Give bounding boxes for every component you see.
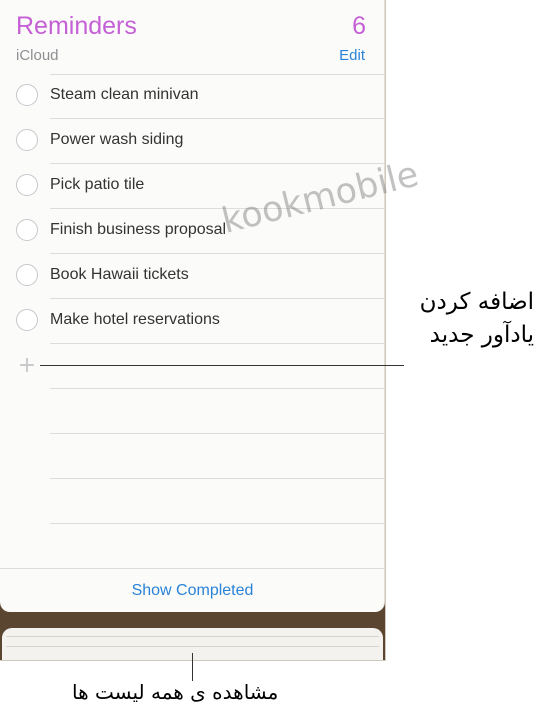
- complete-checkbox[interactable]: [16, 264, 38, 286]
- callout-add-line2: یادآور جدید: [429, 322, 534, 348]
- callout-add-new-reminder: اضافه کردن یادآور جدید: [420, 286, 534, 352]
- plus-icon[interactable]: +: [17, 355, 37, 377]
- empty-line: [0, 479, 385, 524]
- reminder-list: Steam clean minivan Power wash siding Pi…: [0, 74, 385, 569]
- reminders-app: Reminders 6 iCloud Edit Steam clean mini…: [0, 0, 386, 661]
- reminder-label[interactable]: Make hotel reservations: [50, 311, 220, 329]
- account-label: iCloud: [16, 47, 59, 64]
- reminder-label[interactable]: Pick patio tile: [50, 176, 144, 194]
- reminder-row[interactable]: Book Hawaii tickets: [0, 254, 385, 299]
- complete-checkbox[interactable]: [16, 309, 38, 331]
- reminder-row[interactable]: Steam clean minivan: [0, 74, 385, 119]
- reminder-label[interactable]: Book Hawaii tickets: [50, 266, 189, 284]
- reminder-row[interactable]: Power wash siding: [0, 119, 385, 164]
- complete-checkbox[interactable]: [16, 174, 38, 196]
- complete-checkbox[interactable]: [16, 219, 38, 241]
- empty-line: [0, 434, 385, 479]
- complete-checkbox[interactable]: [16, 84, 38, 106]
- divider: [6, 646, 379, 647]
- divider: [6, 636, 379, 637]
- reminder-label[interactable]: Power wash siding: [50, 131, 183, 149]
- callout-line-add: [40, 365, 404, 366]
- complete-checkbox[interactable]: [16, 129, 38, 151]
- empty-line: [0, 389, 385, 434]
- reminder-row[interactable]: Make hotel reservations: [0, 299, 385, 344]
- reminder-label[interactable]: Finish business proposal: [50, 221, 226, 239]
- list-title: Reminders: [16, 12, 137, 40]
- reminder-label[interactable]: Steam clean minivan: [50, 86, 199, 104]
- divider: [0, 568, 384, 569]
- reminders-list-sheet: Reminders 6 iCloud Edit Steam clean mini…: [0, 0, 385, 612]
- reminder-count: 6: [352, 12, 366, 40]
- callout-add-line1: اضافه کردن: [419, 289, 534, 315]
- callout-line-lists: [192, 653, 193, 681]
- edit-button[interactable]: Edit: [339, 47, 365, 64]
- empty-line: [0, 524, 385, 569]
- add-reminder-row[interactable]: +: [0, 344, 385, 389]
- show-completed-button[interactable]: Show Completed: [0, 582, 385, 600]
- callout-view-all-lists: مشاهده ی همه لیست ها: [72, 680, 279, 704]
